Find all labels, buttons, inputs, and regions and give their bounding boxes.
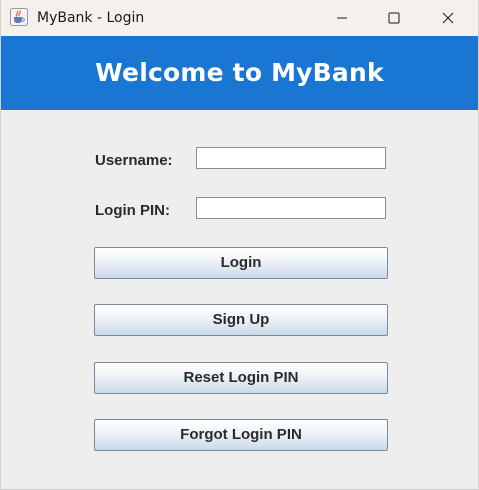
- title-bar[interactable]: MyBank - Login: [1, 0, 478, 36]
- username-input[interactable]: [196, 147, 386, 169]
- username-label: Username:: [95, 152, 173, 169]
- login-window: MyBank - Login Welcome to MyBank Usernam…: [0, 0, 479, 490]
- minimize-icon: [337, 17, 347, 19]
- java-cup-icon: [10, 8, 28, 26]
- welcome-title: Welcome to MyBank: [95, 58, 384, 87]
- login-pin-label: Login PIN:: [95, 202, 170, 219]
- close-icon: [442, 12, 454, 24]
- minimize-button[interactable]: [319, 0, 365, 36]
- window-title: MyBank - Login: [37, 10, 145, 26]
- close-button[interactable]: [425, 0, 471, 36]
- login-pin-input[interactable]: [196, 197, 386, 219]
- welcome-banner: Welcome to MyBank: [1, 36, 478, 110]
- login-button[interactable]: Login: [94, 247, 388, 279]
- reset-login-pin-button[interactable]: Reset Login PIN: [94, 362, 388, 394]
- maximize-button[interactable]: [371, 0, 417, 36]
- forgot-login-pin-button[interactable]: Forgot Login PIN: [94, 419, 388, 451]
- sign-up-button[interactable]: Sign Up: [94, 304, 388, 336]
- maximize-icon: [388, 12, 400, 24]
